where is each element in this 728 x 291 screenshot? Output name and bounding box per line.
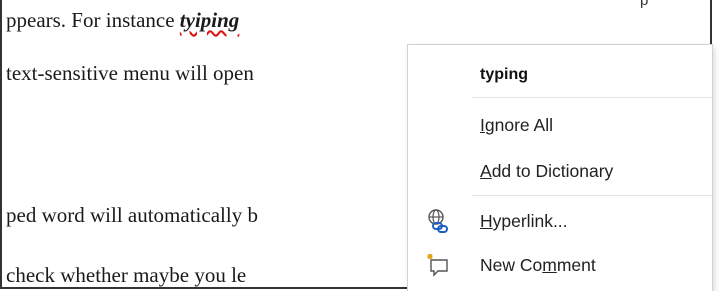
- document-line-2: text-sensitive menu will open: [6, 61, 254, 85]
- misspelled-word[interactable]: tyiping: [180, 8, 240, 32]
- document-line-1: ppears. For instance tyiping: [6, 8, 239, 33]
- document-line-4: check whether maybe you le: [6, 263, 247, 287]
- menu-separator: [472, 97, 712, 98]
- hyperlink-icon: [424, 207, 452, 235]
- new-comment-label: New Comment: [480, 254, 596, 275]
- ignore-all-label: Ignore All: [480, 114, 553, 135]
- line-1-text: ppears. For instance: [6, 8, 180, 32]
- hyperlink-label: Hyperlink...: [480, 210, 568, 231]
- document-line-3: ped word will automatically b: [6, 203, 258, 227]
- add-to-dictionary-item[interactable]: Add to Dictionary: [408, 153, 712, 189]
- top-right-text: p: [640, 0, 649, 9]
- suggestion-typing[interactable]: typing: [408, 57, 712, 93]
- add-to-dictionary-label: Add to Dictionary: [480, 160, 614, 181]
- suggestion-label: typing: [480, 66, 528, 83]
- menu-separator: [472, 195, 712, 196]
- hyperlink-item[interactable]: Hyperlink...: [408, 203, 712, 239]
- ignore-all-item[interactable]: Ignore All: [408, 107, 712, 143]
- spelling-context-menu: typing Ignore All Add to Dictionary Hype…: [408, 45, 712, 291]
- new-comment-icon: [424, 251, 452, 279]
- new-comment-item[interactable]: New Comment: [408, 247, 712, 283]
